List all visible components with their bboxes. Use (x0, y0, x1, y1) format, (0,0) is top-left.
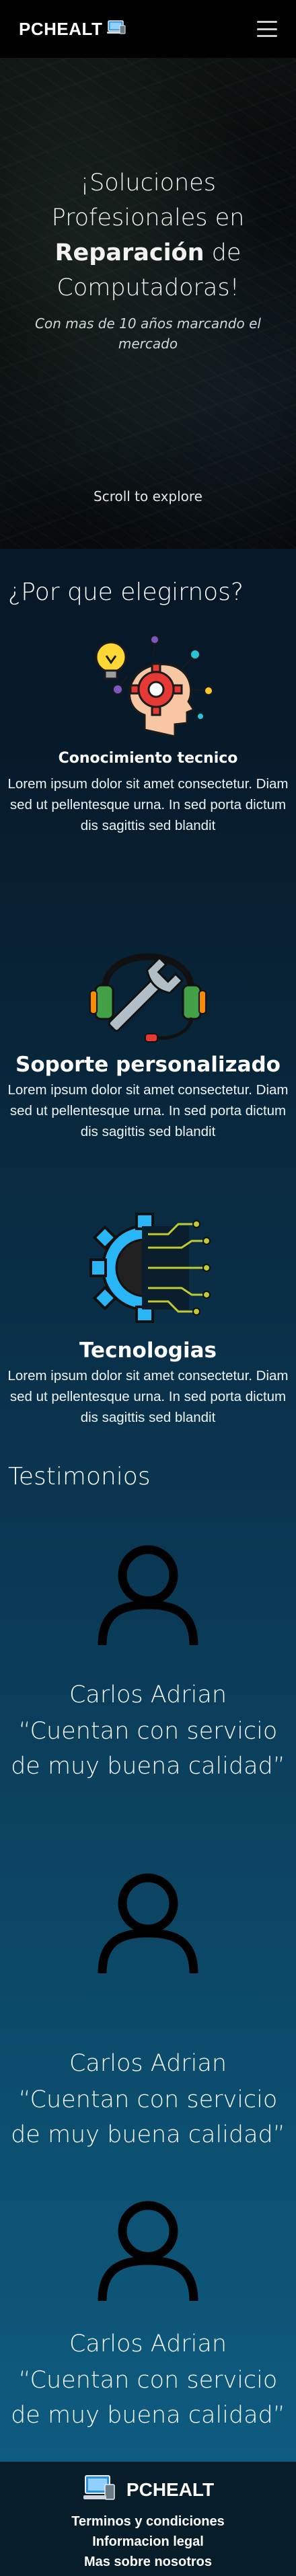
brand-link[interactable]: PCHEALT (19, 19, 126, 40)
hamburger-line (257, 35, 277, 37)
scroll-hint[interactable]: Scroll to explore (0, 488, 296, 504)
hamburger-line (257, 28, 277, 30)
testimonial-quote: “Cuentan con servicio de muy buena calid… (11, 2367, 285, 2429)
feature-description: Lorem ipsum dolor sit amet consectetur. … (7, 776, 289, 833)
gear-circuit-icon (81, 1207, 215, 1331)
testimonials-section-title: Testimonios (8, 1463, 151, 1490)
brand-name: PCHEALT (19, 18, 103, 39)
user-icon (94, 1868, 202, 1976)
footer-link-legal[interactable]: Informacion legal (0, 2534, 296, 2550)
feature-description: Lorem ipsum dolor sit amet consectetur. … (7, 1368, 289, 1425)
footer: PCHEALT Terminos y condiciones Informaci… (0, 2462, 296, 2576)
hamburger-line (257, 21, 277, 23)
navbar: PCHEALT (0, 0, 296, 58)
testimonial-author: Carlos Adrian (69, 2331, 227, 2357)
footer-brand-name: PCHEALT (126, 2479, 215, 2500)
footer-link-about[interactable]: Mas sobre nosotros (0, 2554, 296, 2570)
testimonial-quote: “Cuentan con servicio de muy buena calid… (11, 1718, 285, 1780)
laptop-icon (106, 20, 126, 38)
hero-title: ¡Soluciones Profesionales en Reparación … (20, 165, 276, 305)
brain-gear-icon (81, 629, 215, 753)
laptop-icon (82, 2474, 117, 2506)
user-icon (94, 1540, 202, 1648)
footer-link-terms[interactable]: Terminos y condiciones (0, 2514, 296, 2530)
user-icon (94, 2196, 202, 2304)
hero-title-line: ¡Soluciones (80, 169, 216, 196)
feature-title: Tecnologias (79, 1338, 217, 1363)
testimonial-author: Carlos Adrian (69, 1681, 227, 1708)
hero-subtitle: Con mas de 10 años marcando el mercado (35, 315, 261, 352)
footer-brand[interactable]: PCHEALT (0, 2474, 296, 2506)
hero-section: ¡Soluciones Profesionales en Reparación … (0, 58, 296, 549)
hero-title-line: Reparación de (20, 235, 276, 270)
hero-title-line: Profesionales en (51, 204, 245, 231)
hero-title-line: Computadoras! (57, 274, 239, 301)
headset-wrench-icon (81, 918, 215, 1049)
testimonial-quote: “Cuentan con servicio de muy buena calid… (11, 2086, 285, 2148)
feature-title: Soporte personalizado (15, 1053, 281, 1077)
hamburger-menu-button[interactable] (257, 21, 277, 37)
feature-title: Conocimiento tecnico (58, 750, 238, 767)
feature-description: Lorem ipsum dolor sit amet consectetur. … (7, 1082, 289, 1139)
hero-title-after: de (204, 239, 242, 266)
testimonial-author: Carlos Adrian (69, 2050, 227, 2077)
why-section-title: ¿Por que elegirnos? (8, 578, 244, 606)
hero-title-bold: Reparación (54, 239, 205, 266)
